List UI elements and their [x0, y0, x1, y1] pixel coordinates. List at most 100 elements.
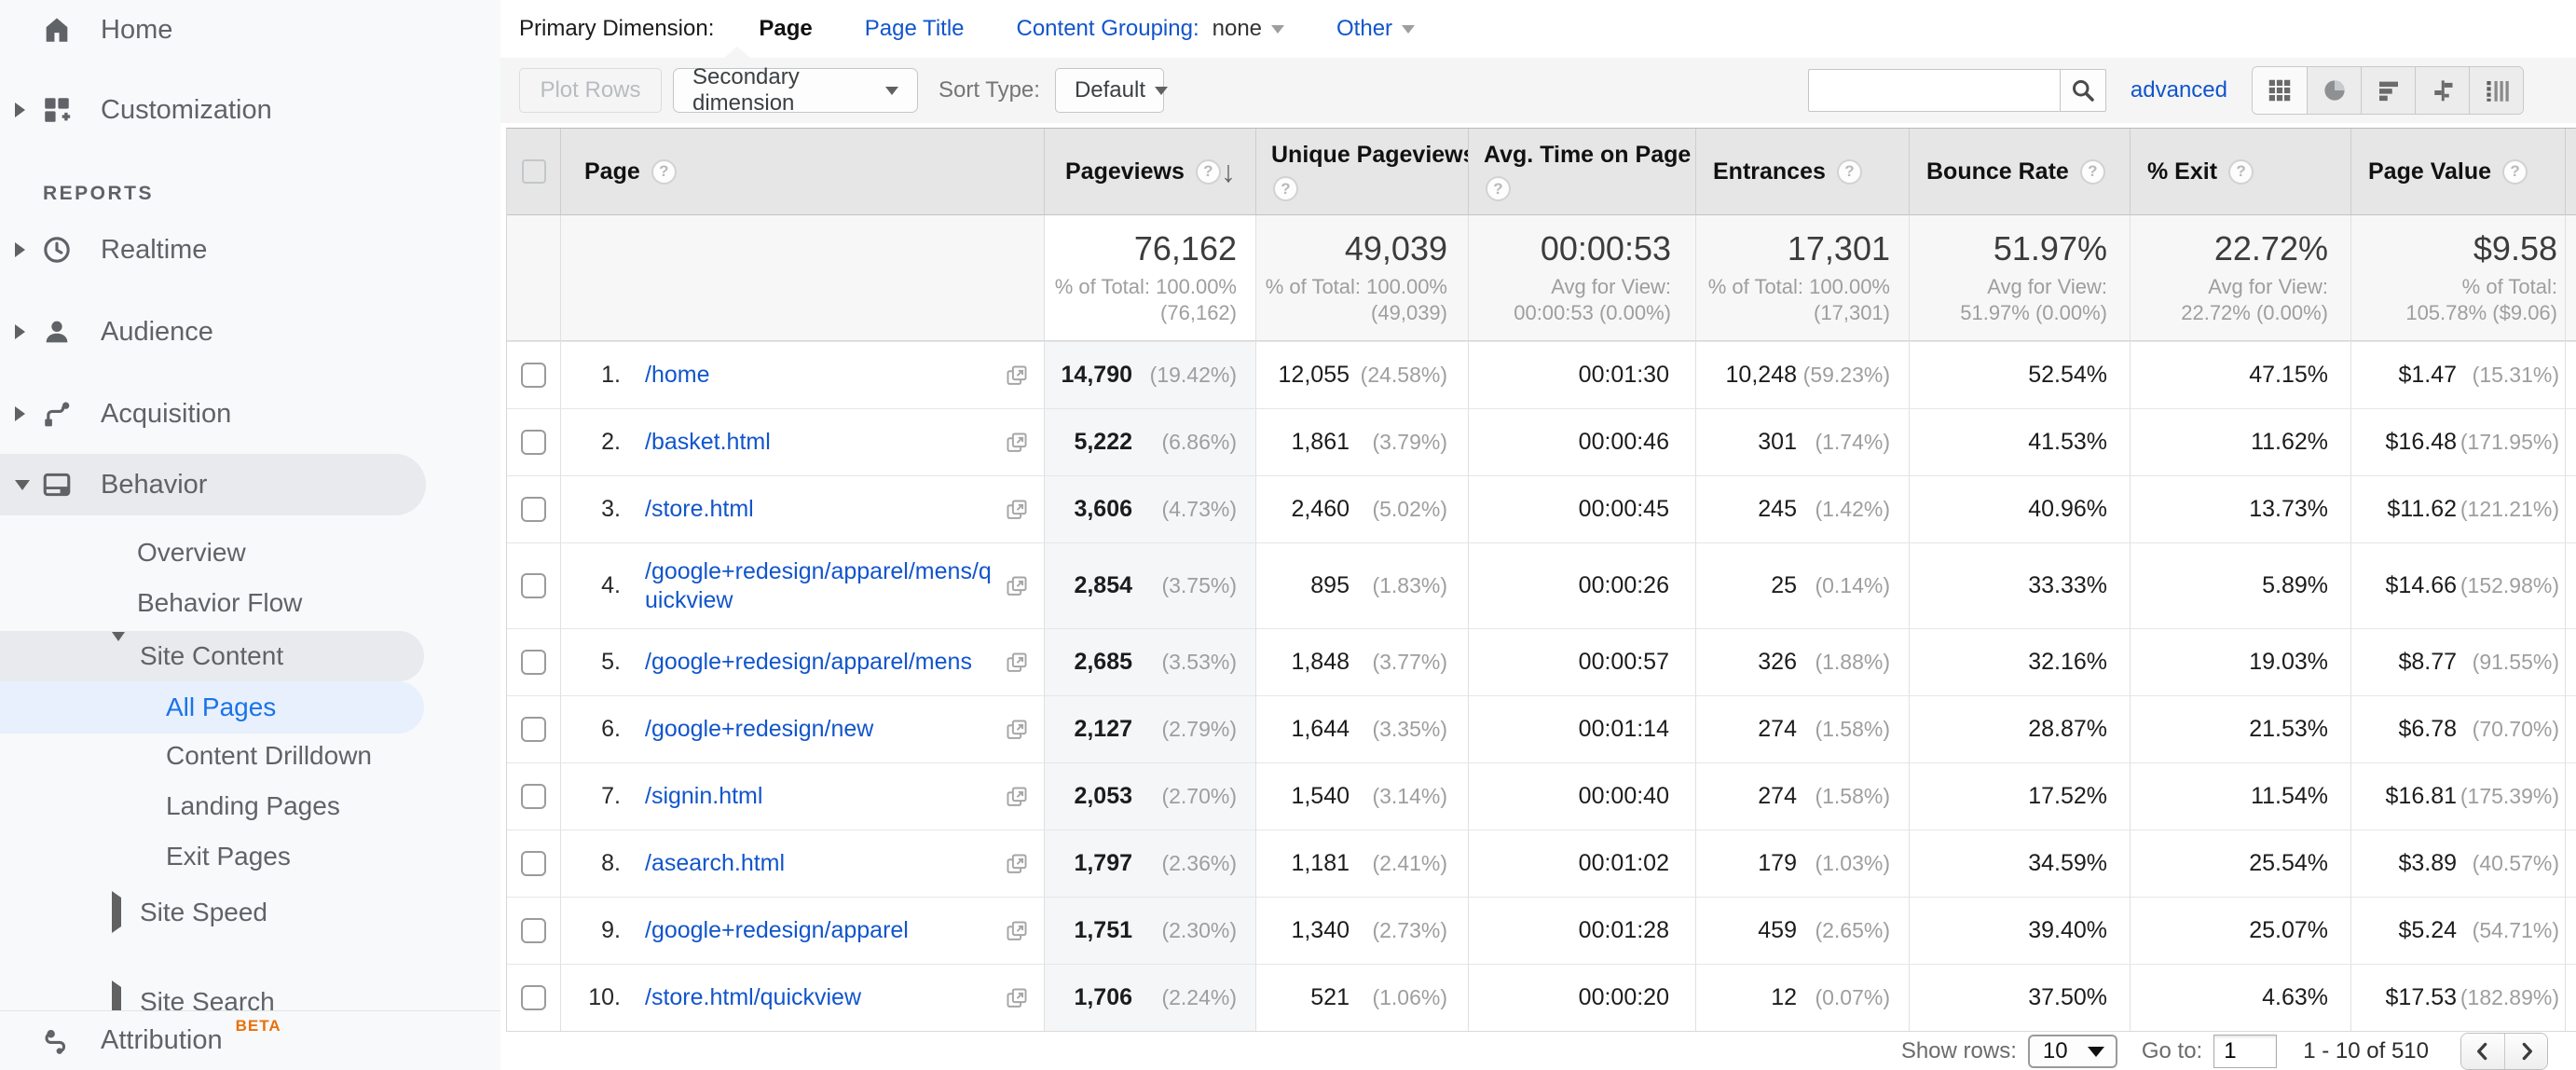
- entrances-percent: (0.14%): [1797, 573, 1890, 598]
- content-grouping-value[interactable]: none: [1213, 16, 1262, 42]
- collapse-icon[interactable]: [112, 641, 130, 671]
- goto-page-input[interactable]: [2213, 1035, 2277, 1068]
- expander-icon[interactable]: [15, 242, 35, 257]
- row-checkbox[interactable]: [521, 650, 546, 675]
- sidebar-item-site-speed[interactable]: Site Speed: [0, 890, 500, 935]
- help-icon[interactable]: ?: [1837, 159, 1862, 185]
- page-value-percent: (54.71%): [2457, 918, 2559, 943]
- entrances-value: 179: [1758, 850, 1797, 877]
- open-in-new-icon[interactable]: [1005, 852, 1029, 876]
- performance-view-button[interactable]: [2361, 67, 2415, 114]
- row-checkbox[interactable]: [521, 363, 546, 388]
- row-checkbox[interactable]: [521, 573, 546, 598]
- show-rows-label: Show rows:: [1901, 1038, 2017, 1064]
- sidebar-item-content-drilldown[interactable]: Content Drilldown: [0, 734, 500, 778]
- column-header-pageviews[interactable]: Pageviews ? ↓: [1044, 129, 1255, 215]
- page-link[interactable]: /store.html: [645, 495, 754, 524]
- advanced-search-link[interactable]: advanced: [2131, 77, 2227, 103]
- column-header-bounce-rate[interactable]: Bounce Rate ?: [1909, 129, 2130, 215]
- row-checkbox[interactable]: [521, 985, 546, 1010]
- collapse-icon[interactable]: [15, 480, 35, 490]
- sidebar-item-home[interactable]: Home: [0, 2, 500, 58]
- help-icon[interactable]: ?: [1273, 176, 1298, 201]
- open-in-new-icon[interactable]: [1005, 718, 1029, 742]
- sidebar-item-audience[interactable]: Audience: [0, 304, 500, 360]
- previous-page-button[interactable]: [2461, 1034, 2504, 1069]
- select-all-checkbox[interactable]: [522, 159, 546, 184]
- page-link[interactable]: /google+redesign/apparel/mens/quickview: [645, 557, 992, 615]
- search-button[interactable]: [2060, 69, 2106, 112]
- plot-rows-button[interactable]: Plot Rows: [519, 68, 662, 113]
- column-header-page-value[interactable]: Page Value ?: [2350, 129, 2565, 215]
- row-checkbox[interactable]: [521, 717, 546, 742]
- column-header-avg-time[interactable]: Avg. Time on Page ?: [1468, 129, 1695, 215]
- open-in-new-icon[interactable]: [1005, 785, 1029, 809]
- page-link[interactable]: /store.html/quickview: [645, 983, 861, 1012]
- sidebar-item-attribution[interactable]: Attribution BETA: [0, 1010, 500, 1070]
- column-header-pct-exit[interactable]: % Exit ?: [2130, 129, 2350, 215]
- help-icon[interactable]: ?: [1486, 176, 1511, 201]
- page-link[interactable]: /signin.html: [645, 782, 762, 811]
- page-link[interactable]: /basket.html: [645, 428, 771, 457]
- dimension-tab-content-grouping[interactable]: Content Grouping:: [1017, 16, 1199, 42]
- expander-icon[interactable]: [15, 103, 35, 117]
- next-page-button[interactable]: [2504, 1034, 2547, 1069]
- row-checkbox[interactable]: [521, 497, 546, 522]
- open-in-new-icon[interactable]: [1005, 574, 1029, 598]
- help-icon[interactable]: ?: [2502, 159, 2528, 185]
- column-header-unique-pageviews[interactable]: Unique Pageviews ?: [1255, 129, 1468, 215]
- row-checkbox[interactable]: [521, 918, 546, 943]
- column-header-entrances[interactable]: Entrances ?: [1695, 129, 1909, 215]
- percentage-view-button[interactable]: [2307, 67, 2361, 114]
- secondary-dimension-button[interactable]: Secondary dimension: [673, 68, 918, 113]
- row-checkbox[interactable]: [521, 784, 546, 809]
- help-icon[interactable]: ?: [651, 159, 677, 185]
- open-in-new-icon[interactable]: [1005, 364, 1029, 388]
- pivot-view-button[interactable]: [2469, 67, 2523, 114]
- dimension-tab-other[interactable]: Other: [1336, 16, 1392, 42]
- page-value-value: $1.47: [2398, 362, 2457, 389]
- page-link[interactable]: /home: [645, 361, 709, 390]
- search-input[interactable]: [1808, 69, 2060, 112]
- sidebar-item-site-content[interactable]: Site Content: [0, 631, 424, 681]
- comparison-view-button[interactable]: [2415, 67, 2469, 114]
- sidebar-item-exit-pages[interactable]: Exit Pages: [0, 834, 500, 879]
- dimension-tab-page-title[interactable]: Page Title: [865, 16, 965, 42]
- show-rows-select[interactable]: 10: [2028, 1035, 2117, 1068]
- sidebar-item-realtime[interactable]: Realtime: [0, 222, 500, 278]
- dimension-tab-page[interactable]: Page: [759, 16, 812, 42]
- expander-icon[interactable]: [15, 324, 35, 339]
- row-range-text: 1 - 10 of 510: [2303, 1038, 2429, 1064]
- sort-descending-icon[interactable]: ↓: [1221, 155, 1236, 189]
- page-link[interactable]: /asearch.html: [645, 849, 785, 878]
- page-link[interactable]: /google+redesign/new: [645, 715, 873, 744]
- open-in-new-icon[interactable]: [1005, 919, 1029, 943]
- sidebar-item-behavior[interactable]: Behavior: [0, 454, 426, 515]
- help-icon[interactable]: ?: [1196, 159, 1221, 185]
- open-in-new-icon[interactable]: [1005, 431, 1029, 455]
- row-checkbox[interactable]: [521, 430, 546, 455]
- sidebar-item-all-pages[interactable]: All Pages: [0, 681, 424, 734]
- pageviews-percent: (3.75%): [1132, 573, 1237, 598]
- sort-type-button[interactable]: Default: [1055, 68, 1164, 113]
- help-icon[interactable]: ?: [2080, 159, 2105, 185]
- table-view-button[interactable]: [2253, 67, 2307, 114]
- sidebar-item-behavior-flow[interactable]: Behavior Flow: [0, 581, 500, 625]
- sidebar-item-customization[interactable]: Customization: [0, 82, 500, 138]
- spacer-cell: [507, 215, 560, 341]
- sidebar-item-overview[interactable]: Overview: [0, 530, 500, 575]
- sidebar-item-landing-pages[interactable]: Landing Pages: [0, 784, 500, 829]
- sort-type-label: Sort Type:: [939, 77, 1040, 103]
- open-in-new-icon[interactable]: [1005, 986, 1029, 1010]
- column-header-page[interactable]: Page ?: [560, 129, 1044, 215]
- open-in-new-icon[interactable]: [1005, 498, 1029, 522]
- expander-icon[interactable]: [112, 898, 130, 927]
- sidebar-item-acquisition[interactable]: Acquisition: [0, 386, 500, 442]
- pageviews-percent: (3.53%): [1132, 650, 1237, 675]
- expander-icon[interactable]: [15, 406, 35, 421]
- row-checkbox[interactable]: [521, 851, 546, 876]
- page-link[interactable]: /google+redesign/apparel/mens: [645, 648, 972, 677]
- open-in-new-icon[interactable]: [1005, 651, 1029, 675]
- page-link[interactable]: /google+redesign/apparel: [645, 916, 909, 945]
- help-icon[interactable]: ?: [2228, 159, 2254, 185]
